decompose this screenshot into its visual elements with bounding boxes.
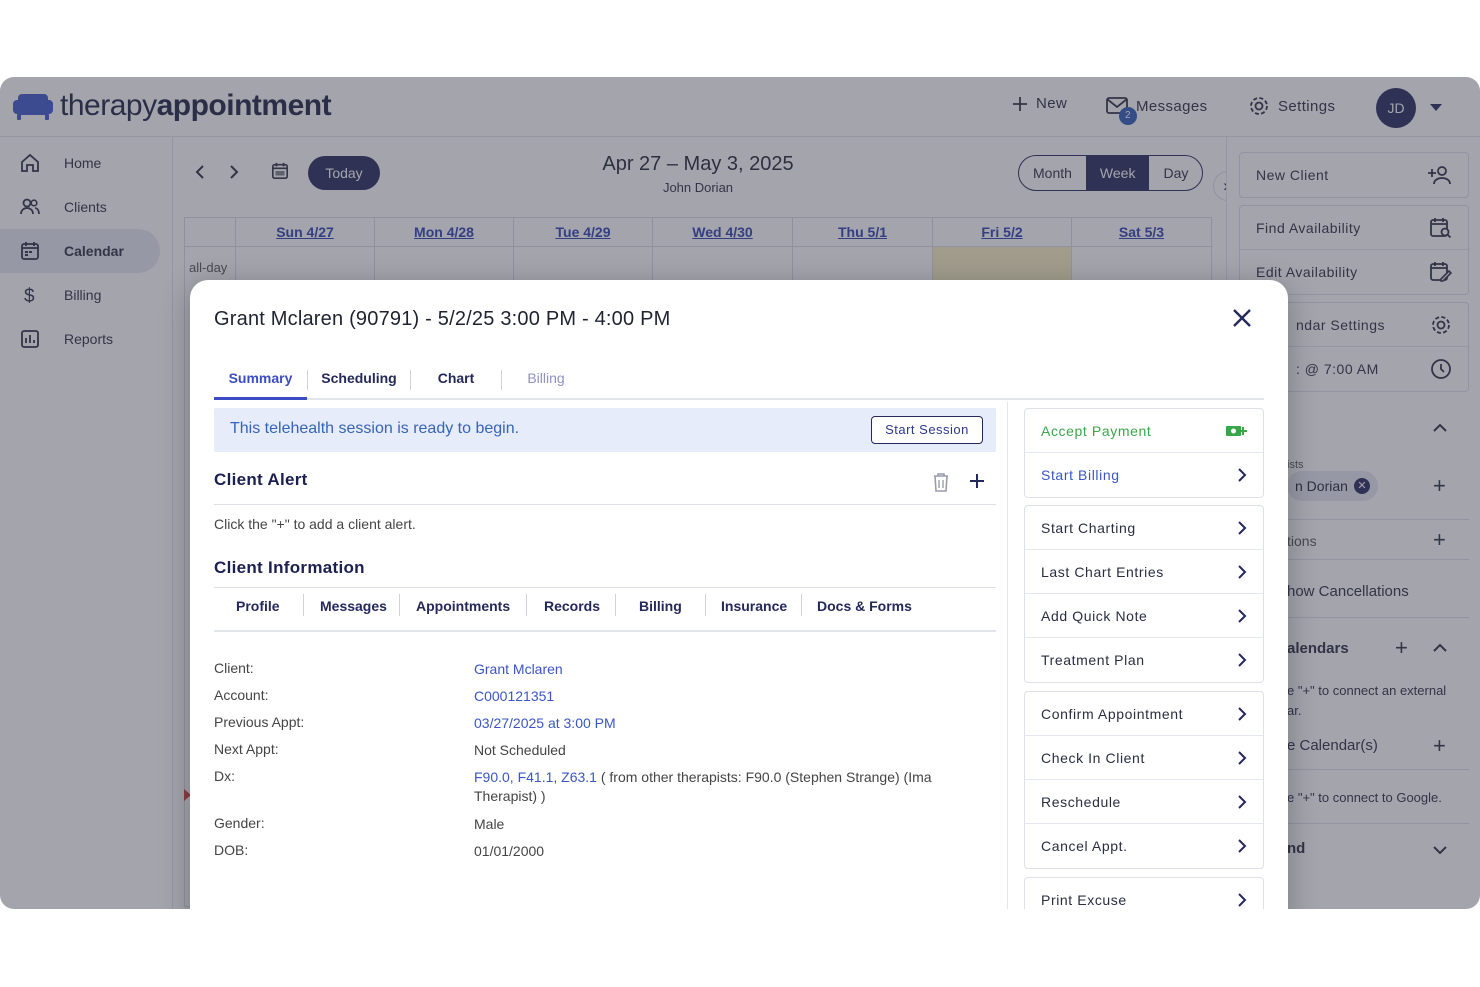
print-actions: Print Excuse — [1024, 877, 1264, 909]
close-icon[interactable] — [1228, 304, 1256, 332]
add-quick-note-button[interactable]: Add Quick Note — [1025, 594, 1263, 638]
dob-value: 01/01/2000 — [474, 843, 545, 859]
summary-panel: This telehealth session is ready to begi… — [214, 402, 996, 909]
next-appt-label: Next Appt: — [214, 741, 279, 757]
appointment-actions: Confirm Appointment Check In Client Resc… — [1024, 691, 1264, 869]
tab-summary[interactable]: Summary — [214, 360, 307, 400]
telehealth-banner: This telehealth session is ready to begi… — [214, 408, 996, 452]
reschedule-button[interactable]: Reschedule — [1025, 780, 1263, 824]
billing-actions: Accept Payment Start Billing — [1024, 408, 1264, 498]
gender-label: Gender: — [214, 815, 265, 831]
gender-value: Male — [474, 816, 505, 832]
chevron-right-icon — [1238, 653, 1247, 667]
chevron-right-icon — [1238, 794, 1247, 809]
info-tab-insurance[interactable]: Insurance — [721, 598, 787, 614]
confirm-appointment-button[interactable]: Confirm Appointment — [1025, 692, 1263, 736]
client-info-title: Client Information — [214, 558, 365, 577]
modal-title: Grant Mclaren (90791) - 5/2/25 3:00 PM -… — [214, 308, 671, 330]
accept-payment-button[interactable]: Accept Payment — [1025, 409, 1263, 453]
cancel-appt-button[interactable]: Cancel Appt. — [1025, 824, 1263, 868]
chevron-right-icon — [1238, 608, 1247, 623]
chart-actions: Start Charting Last Chart Entries Add Qu… — [1024, 505, 1264, 683]
client-alert-title: Client Alert — [214, 470, 308, 489]
info-tab-messages[interactable]: Messages — [320, 598, 387, 614]
tab-chart[interactable]: Chart — [411, 360, 501, 400]
chevron-right-icon — [1238, 564, 1247, 579]
dx-label: Dx: — [214, 768, 235, 784]
info-tab-appointments[interactable]: Appointments — [416, 598, 510, 614]
last-chart-entries-button[interactable]: Last Chart Entries — [1025, 550, 1263, 594]
dob-label: DOB: — [214, 842, 249, 858]
trash-icon[interactable] — [932, 472, 950, 492]
account-label: Account: — [214, 687, 269, 703]
client-value[interactable]: Grant Mclaren — [474, 660, 974, 679]
client-label: Client: — [214, 660, 254, 676]
start-billing-button[interactable]: Start Billing — [1025, 453, 1263, 497]
info-tab-docs-forms[interactable]: Docs & Forms — [817, 598, 912, 614]
tab-scheduling[interactable]: Scheduling — [308, 360, 410, 400]
modal-tabs: Summary Scheduling Chart Billing — [214, 360, 1264, 400]
next-appt-value: Not Scheduled — [474, 742, 566, 758]
account-value[interactable]: C000121351 — [474, 687, 974, 706]
dx-codes[interactable]: F90.0, F41.1, Z63.1 — [474, 769, 597, 785]
chevron-right-icon — [1238, 750, 1247, 765]
chevron-right-icon — [1238, 893, 1247, 907]
dx-value: F90.0, F41.1, Z63.1 ( from other therapi… — [474, 768, 974, 806]
chevron-right-icon — [1238, 468, 1247, 482]
treatment-plan-button[interactable]: Treatment Plan — [1025, 638, 1263, 682]
chevron-right-icon — [1238, 706, 1247, 721]
info-tab-billing[interactable]: Billing — [639, 598, 682, 614]
info-tab-records[interactable]: Records — [544, 598, 600, 614]
appointment-modal: Grant Mclaren (90791) - 5/2/25 3:00 PM -… — [190, 280, 1288, 909]
start-charting-button[interactable]: Start Charting — [1025, 506, 1263, 550]
previous-appt-label: Previous Appt: — [214, 714, 305, 730]
chevron-right-icon — [1238, 839, 1247, 853]
tab-billing[interactable]: Billing — [502, 360, 590, 400]
cash-plus-icon — [1226, 425, 1247, 436]
chevron-right-icon — [1238, 520, 1247, 535]
print-excuse-button[interactable]: Print Excuse — [1025, 878, 1263, 909]
app-window: therapyappointment New 2 Messages Settin… — [0, 77, 1480, 909]
check-in-client-button[interactable]: Check In Client — [1025, 736, 1263, 780]
client-info-tabs: Profile Messages Appointments Records Bi… — [214, 582, 996, 632]
client-alert-help: Click the "+" to add a client alert. — [214, 516, 416, 532]
start-session-button[interactable]: Start Session — [871, 416, 983, 444]
add-alert-icon[interactable] — [969, 473, 985, 489]
info-tab-profile[interactable]: Profile — [236, 598, 280, 614]
previous-appt-value[interactable]: 03/27/2025 at 3:00 PM — [474, 714, 974, 733]
